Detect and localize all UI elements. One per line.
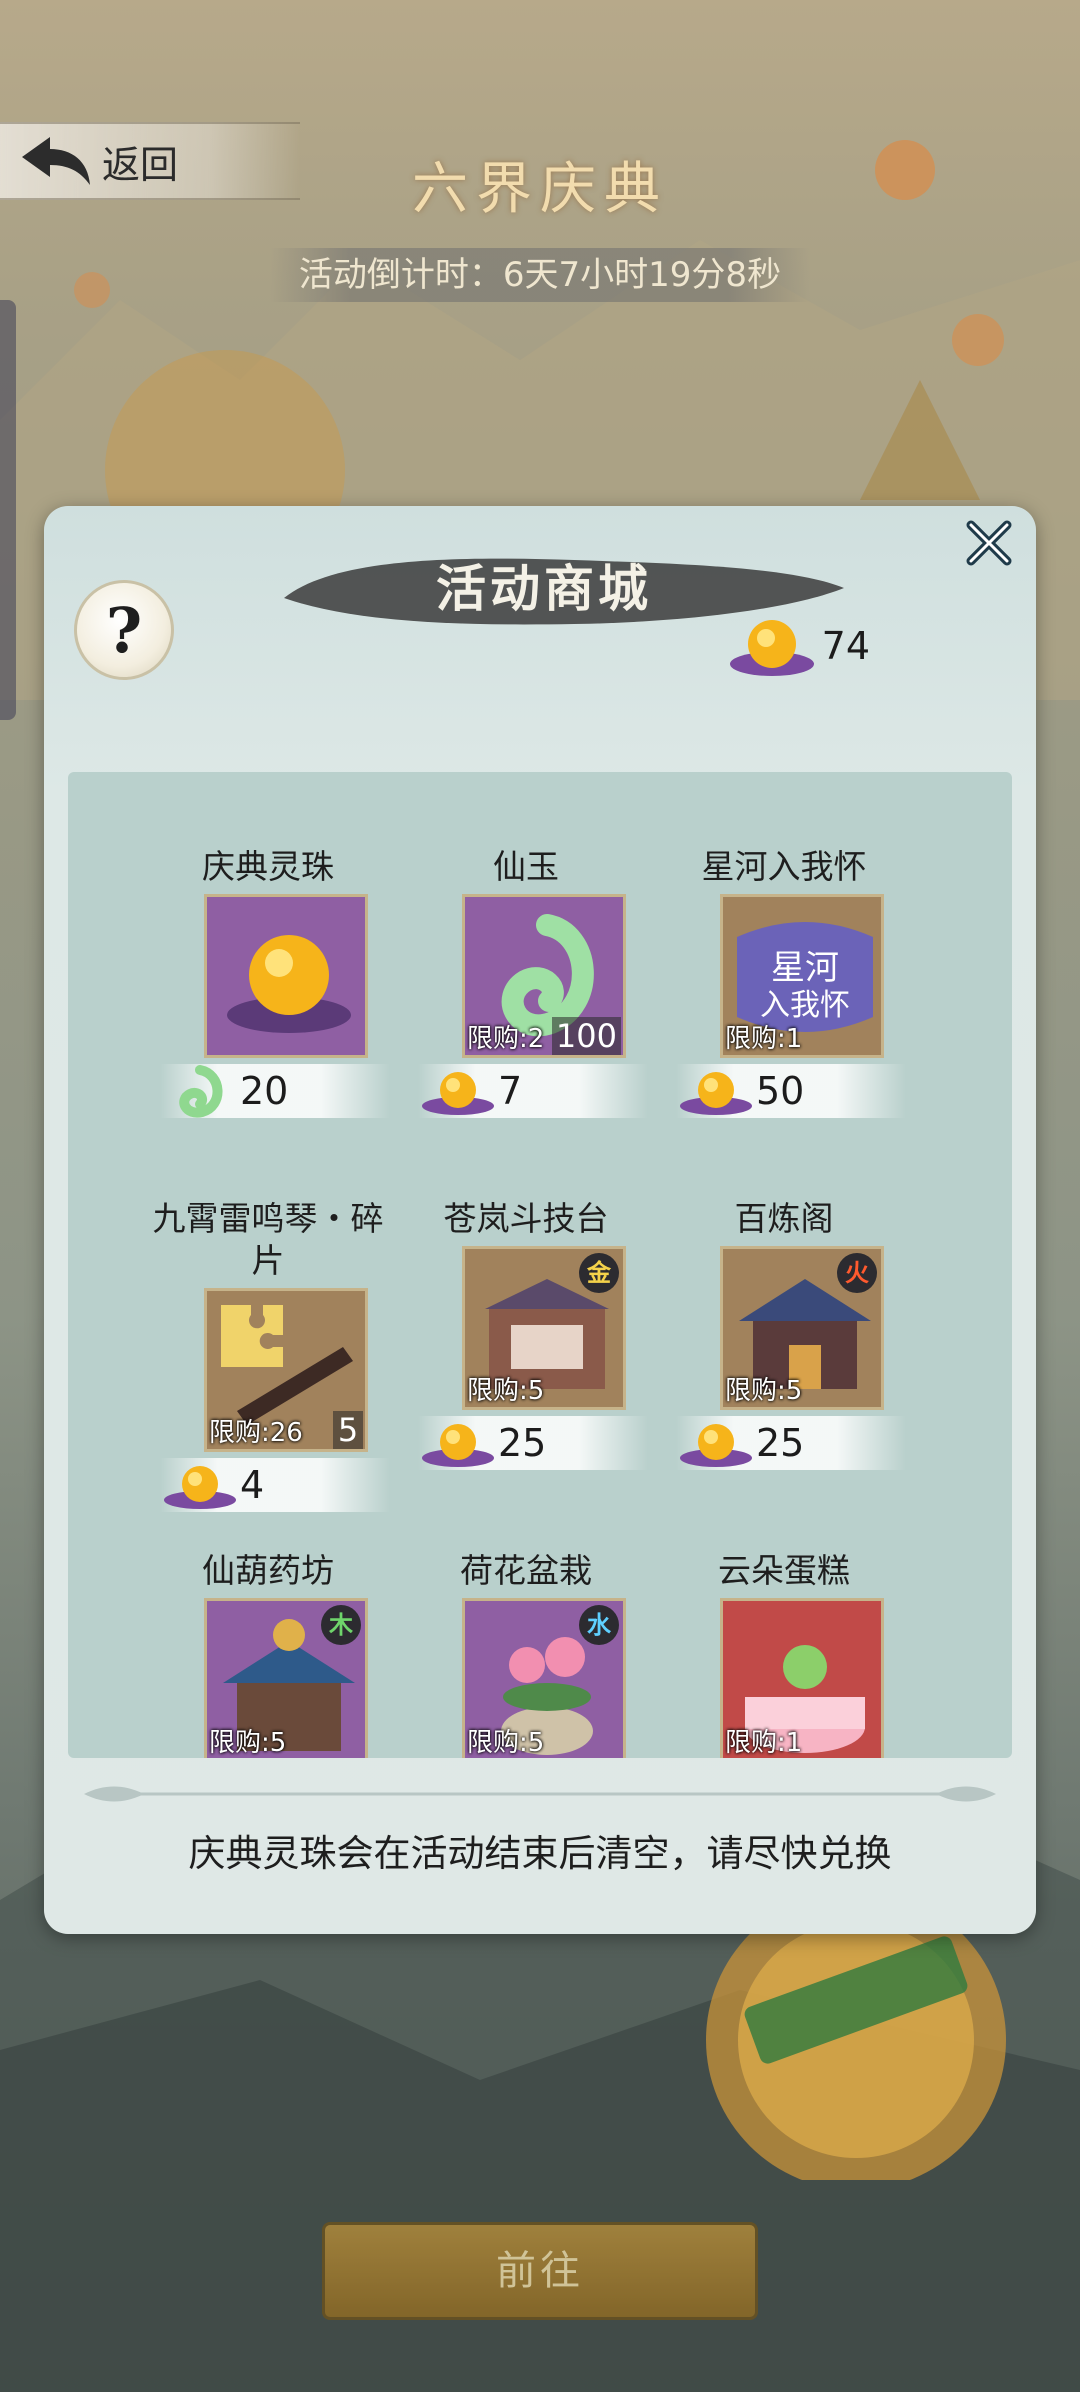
item-price: 7 bbox=[418, 1064, 648, 1118]
item-quantity: 100 bbox=[551, 1017, 621, 1055]
item-name: 苍岚斗技台 bbox=[443, 1199, 609, 1238]
element-badge: 木 bbox=[321, 1605, 361, 1645]
item-icon[interactable]: 限购:26 5 bbox=[204, 1288, 368, 1452]
item-name: 星河入我怀 bbox=[701, 847, 867, 886]
goto-button[interactable]: 前往 bbox=[322, 2222, 758, 2320]
spirit-orb-icon bbox=[422, 1072, 494, 1115]
shop-item[interactable]: 星河入我怀星河 入我怀 限购:1 50 bbox=[654, 846, 914, 1118]
item-name: 九霄雷鸣琴・碎片 bbox=[152, 1199, 384, 1280]
purchase-limit: 限购:2 bbox=[467, 1024, 545, 1054]
shop-item[interactable]: 仙葫药坊限购:5 木 bbox=[138, 1550, 398, 1758]
spirit-orb-icon bbox=[729, 620, 814, 676]
item-price: 25 bbox=[418, 1416, 648, 1470]
item-name: 云朵蛋糕 bbox=[718, 1551, 850, 1590]
currency-display: 74 bbox=[726, 610, 870, 682]
item-name: 仙玉 bbox=[493, 847, 559, 886]
element-badge: 水 bbox=[579, 1605, 619, 1645]
item-quantity: 5 bbox=[333, 1411, 363, 1449]
notice-text: 庆典灵珠会在活动结束后清空，请尽快兑换 bbox=[188, 1832, 892, 1875]
purchase-limit: 限购:5 bbox=[209, 1728, 287, 1758]
item-icon[interactable]: 限购:2 100 bbox=[462, 894, 626, 1058]
item-price: 25 bbox=[676, 1416, 906, 1470]
spirit-orb-icon bbox=[164, 1466, 236, 1509]
item-name: 百炼阁 bbox=[734, 1199, 834, 1238]
completed-reward-badge bbox=[706, 1930, 1006, 2180]
price-value: 7 bbox=[498, 1069, 523, 1113]
price-value: 20 bbox=[240, 1069, 289, 1113]
item-icon[interactable]: 限购:5 水 bbox=[462, 1598, 626, 1758]
shop-item[interactable]: 云朵蛋糕限购:1 bbox=[654, 1550, 914, 1758]
shop-item[interactable]: 百炼阁限购:5 火 25 bbox=[654, 1198, 914, 1470]
price-value: 25 bbox=[498, 1421, 547, 1465]
shop-item[interactable]: 仙玉限购:2 100 7 bbox=[396, 846, 656, 1118]
item-icon[interactable]: 限购:5 金 bbox=[462, 1246, 626, 1410]
shop-item[interactable]: 庆典灵珠 20 bbox=[138, 846, 398, 1118]
item-name: 仙葫药坊 bbox=[202, 1551, 334, 1590]
purchase-limit: 限购:1 bbox=[725, 1024, 803, 1054]
item-price: 4 bbox=[160, 1458, 390, 1512]
back-label: 返回 bbox=[102, 142, 179, 187]
shop-item[interactable]: 苍岚斗技台限购:5 金 25 bbox=[396, 1198, 656, 1470]
shop-item[interactable]: 荷花盆栽限购:5 水 bbox=[396, 1550, 656, 1758]
item-icon[interactable] bbox=[204, 894, 368, 1058]
svg-text:星河: 星河 bbox=[771, 948, 839, 988]
back-arrow-icon bbox=[22, 137, 90, 185]
close-icon bbox=[966, 520, 1012, 566]
purchase-limit: 限购:5 bbox=[467, 1376, 545, 1406]
price-value: 25 bbox=[756, 1421, 805, 1465]
element-badge: 火 bbox=[837, 1253, 877, 1293]
shop-item-list[interactable]: 庆典灵珠 20 仙玉限购:2 100 7 星河入我怀星河 入我怀 限购:1 50 九霄雷鸣琴・碎片… bbox=[68, 772, 1012, 1758]
event-title: 六界庆典 bbox=[412, 157, 668, 222]
jade-icon bbox=[179, 1065, 223, 1118]
shop-item[interactable]: 九霄雷鸣琴・碎片限购:26 5 4 bbox=[138, 1198, 398, 1512]
side-tab[interactable] bbox=[0, 300, 16, 720]
price-value: 50 bbox=[756, 1069, 805, 1113]
purchase-limit: 限购:5 bbox=[725, 1376, 803, 1406]
divider bbox=[84, 1786, 996, 1802]
item-price: 20 bbox=[160, 1064, 390, 1118]
purchase-limit: 限购:5 bbox=[467, 1728, 545, 1758]
item-icon[interactable]: 限购:1 bbox=[720, 1598, 884, 1758]
item-icon[interactable]: 限购:5 木 bbox=[204, 1598, 368, 1758]
purchase-limit: 限购:26 bbox=[209, 1418, 303, 1448]
dialog-title: 活动商城 bbox=[436, 559, 652, 618]
item-name: 庆典灵珠 bbox=[202, 847, 334, 886]
back-button[interactable]: 返回 bbox=[0, 122, 300, 200]
item-icon[interactable]: 星河 入我怀 限购:1 bbox=[720, 894, 884, 1058]
spirit-orb-icon bbox=[680, 1072, 752, 1115]
purchase-limit: 限购:1 bbox=[725, 1728, 803, 1758]
close-button[interactable] bbox=[958, 512, 1020, 574]
spirit-orb-icon bbox=[680, 1424, 752, 1467]
spirit-orb-icon bbox=[207, 935, 365, 1055]
event-countdown: 活动倒计时：6天7小时19分8秒 bbox=[270, 248, 810, 302]
item-price: 50 bbox=[676, 1064, 906, 1118]
price-value: 4 bbox=[240, 1463, 265, 1507]
currency-amount: 74 bbox=[821, 624, 870, 668]
element-badge: 金 bbox=[579, 1253, 619, 1293]
help-button[interactable]: ? bbox=[74, 580, 174, 680]
shop-dialog: 活动商城 ? 74 庆典灵珠 20 仙玉限购:2 100 7 星河入我怀星河 入我怀 限购:1… bbox=[44, 506, 1036, 1934]
spirit-orb-icon bbox=[422, 1424, 494, 1467]
item-name: 荷花盆栽 bbox=[460, 1551, 592, 1590]
item-icon[interactable]: 限购:5 火 bbox=[720, 1246, 884, 1410]
